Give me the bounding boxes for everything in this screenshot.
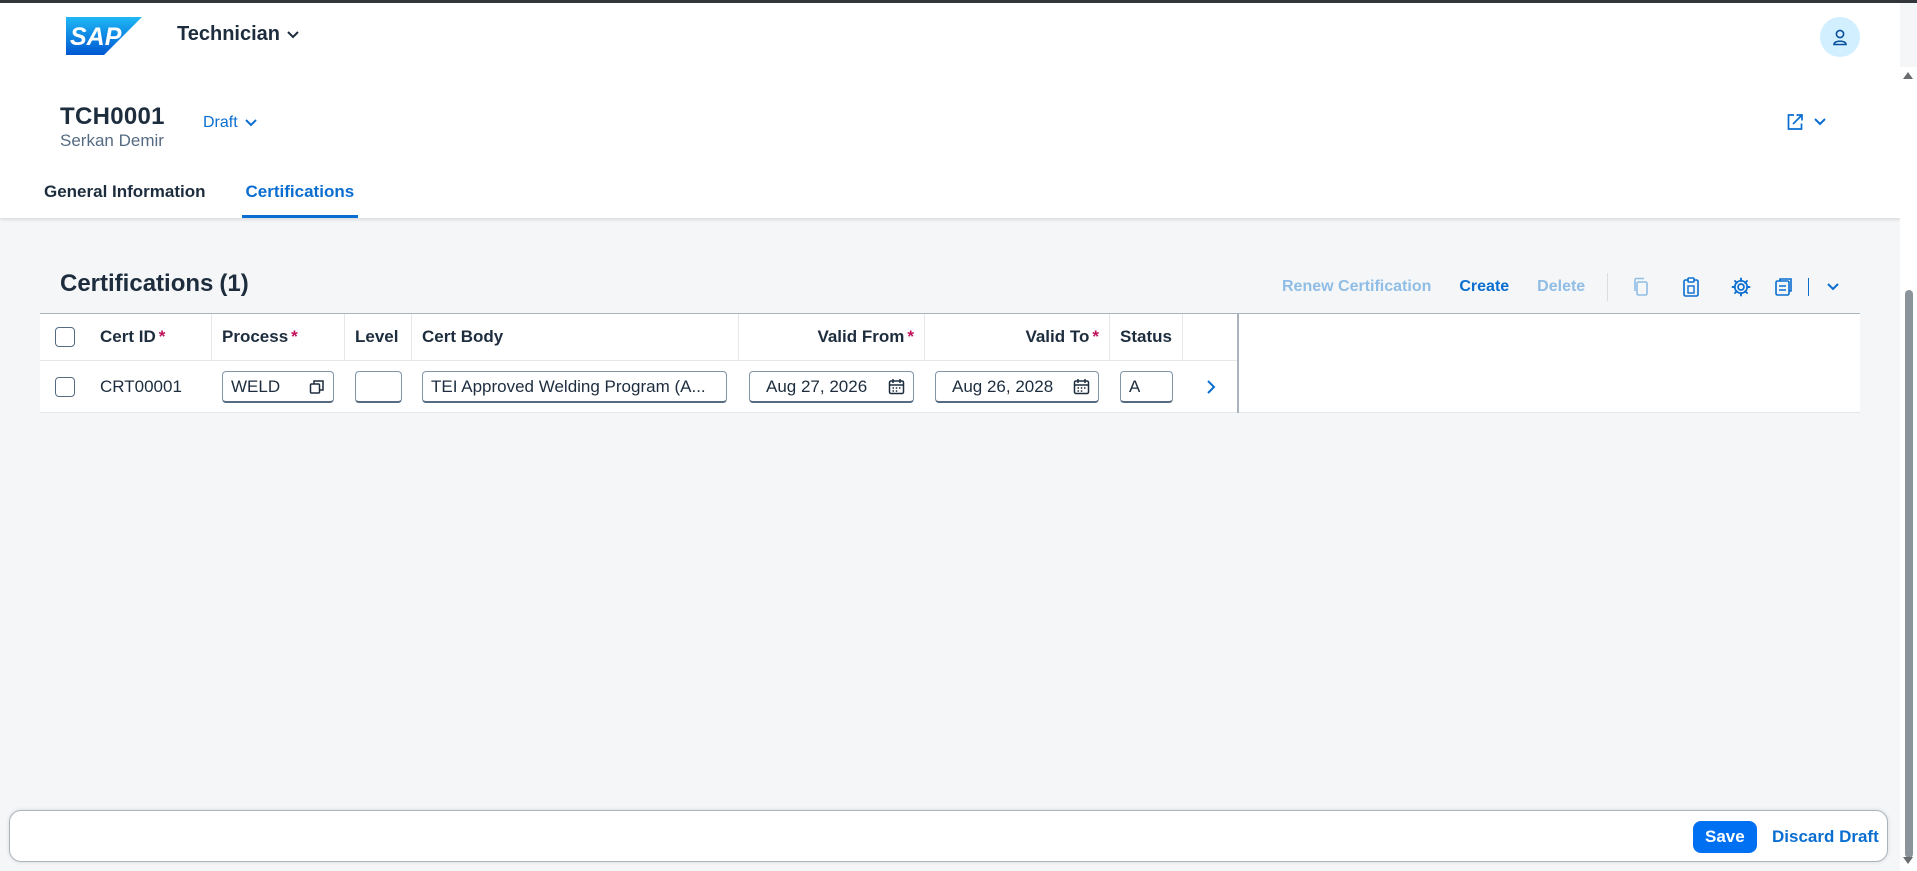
valid-from-datepicker[interactable]: Aug 27, 2026 <box>749 371 914 403</box>
required-marker: * <box>158 327 166 346</box>
cert-body-cell: TEI Approved Welding Program (A... <box>412 361 739 413</box>
discard-draft-button[interactable]: Discard Draft <box>1772 821 1879 853</box>
save-button[interactable]: Save <box>1693 821 1757 853</box>
cert-id-cell: CRT00001 <box>90 361 212 413</box>
column-header-status[interactable]: Status <box>1110 314 1183 360</box>
paste-icon <box>1683 277 1700 297</box>
calendar-icon[interactable] <box>888 378 905 395</box>
renew-certification-button[interactable]: Renew Certification <box>1268 278 1445 296</box>
object-page-header: TCH0001 Serkan Demir Draft General Infor… <box>0 67 1900 218</box>
draft-switch-button[interactable]: Draft <box>203 114 258 132</box>
cert-id-value: CRT00001 <box>100 377 182 396</box>
tab-bar: General Information Certifications <box>44 177 359 218</box>
copy-button[interactable] <box>1616 272 1666 302</box>
table-toolbar: Renew Certification Create Delete <box>1268 272 1851 302</box>
copy-icon <box>1634 277 1649 296</box>
valid-from-cell: Aug 27, 2026 <box>739 361 925 413</box>
column-header-valid-to[interactable]: Valid To * <box>925 314 1110 360</box>
status-cell: A <box>1110 361 1183 413</box>
process-cell: WELD <box>212 361 345 413</box>
chevron-down-icon <box>287 30 299 38</box>
tab-general-information[interactable]: General Information <box>44 177 206 218</box>
row-checkbox[interactable] <box>55 377 75 397</box>
object-title: TCH0001 <box>60 103 165 130</box>
column-header-process[interactable]: Process * <box>212 314 345 360</box>
chevron-down-icon <box>1814 118 1826 126</box>
column-header-cert-id[interactable]: Cert ID * <box>90 314 212 360</box>
object-subtitle: Serkan Demir <box>60 131 164 150</box>
column-label: Cert Body <box>422 327 504 346</box>
column-label: Valid To <box>1025 327 1090 346</box>
app-title-menu[interactable]: Technician <box>177 23 300 46</box>
table-column-end-line <box>1237 313 1239 413</box>
settings-icon <box>1731 277 1751 297</box>
select-all-cell <box>40 314 90 360</box>
row-select-cell <box>40 361 90 413</box>
share-icon <box>1787 114 1803 130</box>
column-header-valid-from[interactable]: Valid From * <box>739 314 925 360</box>
section-title: Certifications (1) <box>60 270 249 298</box>
paste-button[interactable] <box>1666 272 1716 302</box>
column-label: Status <box>1120 327 1172 346</box>
required-marker: * <box>291 327 298 346</box>
toolbar-separator <box>1607 273 1609 301</box>
process-value: WELD <box>231 376 281 396</box>
scroll-down-arrow-icon[interactable] <box>1903 857 1913 864</box>
column-label: Valid From <box>817 327 905 346</box>
tab-certifications[interactable]: Certifications <box>241 177 359 218</box>
column-label: Cert ID <box>100 327 156 346</box>
chevron-right-icon <box>1206 380 1215 394</box>
chevron-down-icon <box>244 119 257 127</box>
table-header-row: Cert ID * Process * Level Cert Body Valid … <box>40 314 1238 361</box>
scrollbar-thumb[interactable] <box>1905 290 1913 858</box>
valid-from-value: Aug 27, 2026 <box>766 376 868 396</box>
cert-body-value: TEI Approved Welding Program (A... <box>431 376 706 396</box>
section-title-text: Certifications <box>60 270 214 297</box>
valid-to-datepicker[interactable]: Aug 26, 2028 <box>935 371 1099 403</box>
sap-logo[interactable]: SAP <box>66 17 142 55</box>
app-title: Technician <box>177 23 280 45</box>
required-marker: * <box>1092 327 1099 346</box>
valid-to-value: Aug 26, 2028 <box>952 376 1054 396</box>
section-count: (1) <box>219 270 249 297</box>
status-input[interactable]: A <box>1120 371 1173 403</box>
level-cell <box>345 361 412 413</box>
row-navigation-cell[interactable] <box>1183 361 1238 413</box>
calendar-icon[interactable] <box>1073 378 1090 395</box>
draft-label: Draft <box>203 114 238 131</box>
export-button[interactable] <box>1766 272 1802 302</box>
column-header-cert-body[interactable]: Cert Body <box>412 314 739 360</box>
cert-body-input[interactable]: TEI Approved Welding Program (A... <box>422 371 727 403</box>
scroll-up-arrow-icon[interactable] <box>1903 72 1913 79</box>
level-input[interactable] <box>355 371 402 403</box>
column-label: Process <box>222 327 289 346</box>
valid-to-cell: Aug 26, 2028 <box>925 361 1110 413</box>
column-header-level[interactable]: Level <box>345 314 412 360</box>
person-icon <box>1833 29 1847 46</box>
shell-bar: SAP Technician <box>0 3 1900 67</box>
export-split-separator <box>1808 278 1810 296</box>
user-avatar[interactable] <box>1820 17 1860 57</box>
select-all-checkbox[interactable] <box>55 327 75 347</box>
share-menu-button[interactable] <box>1785 112 1827 132</box>
delete-button[interactable]: Delete <box>1523 278 1599 296</box>
footer-toolbar: Save Discard Draft <box>9 810 1888 862</box>
required-marker: * <box>907 327 914 346</box>
certifications-table: Cert ID * Process * Level Cert Body Valid … <box>40 313 1860 413</box>
create-button[interactable]: Create <box>1445 278 1523 296</box>
status-value: A <box>1129 376 1141 396</box>
value-help-icon[interactable] <box>309 379 325 395</box>
sap-logo-text: SAP <box>70 23 122 51</box>
chevron-down-icon <box>1827 283 1839 291</box>
process-input[interactable]: WELD <box>222 371 334 403</box>
column-label: Level <box>355 327 399 346</box>
column-header-navigation <box>1183 314 1238 360</box>
table-settings-button[interactable] <box>1716 272 1766 302</box>
export-menu-button[interactable] <box>1815 272 1851 302</box>
export-icon <box>1775 278 1793 296</box>
table-row[interactable]: CRT00001 WELD TEI Approved Welding Progr… <box>40 361 1238 413</box>
